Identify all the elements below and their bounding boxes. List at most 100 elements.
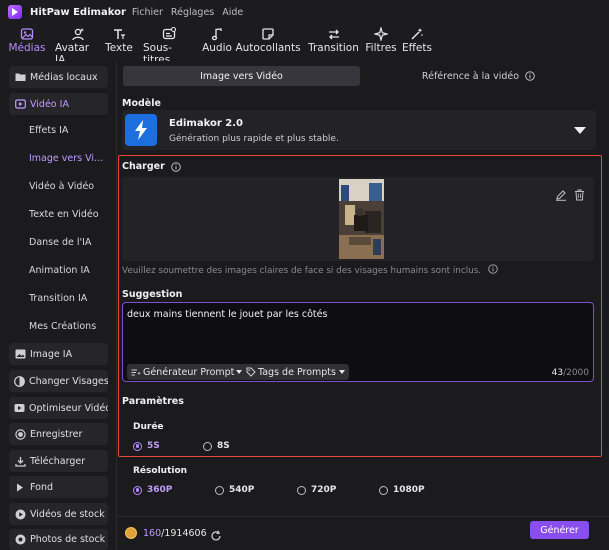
sidebar-item-label: Vidéo IA	[30, 98, 69, 110]
face-swap-icon	[14, 375, 25, 387]
tool-label: Transition	[308, 42, 359, 54]
tool-filtres[interactable]: Filtres	[365, 24, 397, 60]
image-icon	[14, 349, 26, 359]
tool-sous-titres[interactable]: Sous-titres	[143, 24, 195, 66]
credits-total: /1914606	[161, 528, 207, 539]
menu-file[interactable]: Fichier	[132, 7, 163, 18]
sidebar-item-photos-de-stock[interactable]: Photos de stock	[9, 529, 108, 550]
sidebar-item-videos-de-stock[interactable]: Vidéos de stock	[9, 503, 108, 525]
tool-audio[interactable]: Audio	[202, 24, 232, 60]
record-icon	[14, 428, 26, 440]
duration-5s-radio[interactable]: 5S	[133, 441, 160, 451]
sidebar-item-image-ia[interactable]: Image IA	[9, 343, 108, 365]
lightning-icon	[125, 114, 157, 146]
uploaded-image-thumbnail[interactable]	[339, 179, 384, 259]
params-section-title: Paramètres	[122, 396, 184, 407]
model-select[interactable]: Edimakor 2.0 Génération plus rapide et p…	[122, 110, 596, 150]
resolution-1080p-label: 1080P	[393, 485, 425, 495]
sidebar-item-video-ia[interactable]: Vidéo IA	[9, 93, 108, 115]
video-enhance-icon	[14, 403, 25, 413]
sidebar-item-medias-locaux[interactable]: Médias locaux	[9, 66, 108, 88]
app-logo-icon	[8, 5, 22, 19]
sidebar-subitem-video-a-video[interactable]: Vidéo à Vidéo	[29, 181, 109, 192]
prompt-generator-button[interactable]: Générateur Prompt	[127, 364, 247, 380]
resolution-540p-radio[interactable]: 540P	[215, 485, 254, 495]
sidebar: Médias locaux Vidéo IA Effets IA Image v…	[0, 61, 117, 550]
sidebar-item-fond[interactable]: Fond	[9, 476, 108, 498]
info-icon[interactable]	[525, 71, 535, 81]
refresh-icon[interactable]	[210, 527, 222, 546]
stock-video-icon	[14, 509, 26, 520]
main-toolbar: Médias Avatar IA Texte Sous-titres Audio…	[0, 24, 609, 66]
edit-pencil-icon[interactable]	[555, 186, 567, 205]
sidebar-subitem-animation-ia[interactable]: Animation IA	[29, 265, 109, 276]
app-window: HitPaw Edimakor Fichier Réglages Aide Mé…	[0, 0, 609, 550]
prompt-textarea[interactable]: deux mains tiennent le jouet par les côt…	[122, 302, 594, 382]
text-icon	[112, 27, 126, 41]
sidebar-item-label: Télécharger	[30, 455, 86, 467]
trash-icon[interactable]	[574, 186, 585, 205]
radio-dot	[215, 485, 224, 495]
sidebar-subitem-mes-creations[interactable]: Mes Créations	[29, 321, 109, 332]
sidebar-subitem-image-vers-video[interactable]: Image vers Vidéo	[29, 153, 109, 164]
prompt-text[interactable]: deux mains tiennent le jouet par les côt…	[127, 309, 327, 320]
info-icon[interactable]	[488, 264, 498, 274]
tool-label: Effets	[402, 42, 432, 54]
sidebar-subitem-texte-en-video[interactable]: Texte en Vidéo	[29, 209, 109, 220]
sidebar-item-changer-visages[interactable]: Changer Visages	[9, 370, 108, 392]
sidebar-item-telecharger[interactable]: Télécharger	[9, 450, 108, 472]
duration-8s-radio[interactable]: 8S	[203, 441, 230, 451]
tool-medias[interactable]: Médias	[6, 24, 48, 60]
upload-section-label: Charger	[122, 161, 165, 172]
sidebar-subitem-effets-ia[interactable]: Effets IA	[29, 125, 109, 136]
app-title: HitPaw Edimakor	[30, 6, 126, 18]
menu-help[interactable]: Aide	[222, 7, 243, 18]
sidebar-item-label: Médias locaux	[30, 71, 98, 83]
tool-avatar-ia[interactable]: Avatar IA	[55, 24, 100, 66]
tab-label: Image vers Vidéo	[200, 70, 283, 82]
tool-texte[interactable]: Texte	[104, 24, 134, 60]
tab-image-vers-video[interactable]: Image vers Vidéo	[123, 66, 360, 86]
tab-reference-video[interactable]: Référence à la vidéo	[360, 66, 597, 86]
generate-button[interactable]: Générer	[530, 521, 589, 539]
resolution-720p-radio[interactable]: 720P	[297, 485, 336, 495]
play-triangle-icon	[14, 483, 26, 492]
resolution-720p-label: 720P	[311, 485, 337, 495]
upload-hint: Veuillez soumettre des images claires de…	[122, 264, 498, 276]
sidebar-item-optimiseur-video[interactable]: Optimiseur Vidéo	[9, 397, 108, 419]
upload-hint-text: Veuillez soumettre des images claires de…	[122, 266, 482, 276]
sidebar-subitem-danse-ia[interactable]: Danse de l'IA	[29, 237, 109, 248]
tag-icon	[246, 367, 256, 377]
resolution-1080p-radio[interactable]: 1080P	[379, 485, 425, 495]
radio-dot	[297, 485, 306, 495]
upload-area[interactable]	[122, 177, 594, 261]
radio-dot	[133, 441, 142, 451]
chevron-down-icon[interactable]	[574, 127, 586, 134]
menu-settings[interactable]: Réglages	[171, 7, 214, 18]
tool-autocollants[interactable]: Autocollants	[235, 24, 301, 60]
sidebar-item-enregistrer[interactable]: Enregistrer	[9, 423, 108, 445]
radio-dot	[133, 485, 142, 495]
tool-label: Autocollants	[235, 42, 301, 54]
tool-label: Filtres	[365, 42, 397, 54]
resolution-360p-radio[interactable]: 360P	[133, 485, 172, 495]
character-count: 43	[551, 368, 564, 378]
music-note-icon	[210, 27, 224, 41]
tool-transition[interactable]: Transition	[308, 24, 359, 60]
radio-dot	[203, 441, 212, 451]
credits-coin-icon	[125, 527, 137, 539]
prompt-tags-label: Tags de Prompts	[258, 366, 336, 378]
sidebar-subitem-transition-ia[interactable]: Transition IA	[29, 293, 109, 304]
prompt-tags-button[interactable]: Tags de Prompts	[242, 364, 349, 380]
resolution-360p-label: 360P	[147, 485, 173, 495]
sidebar-item-label: Fond	[30, 481, 53, 493]
info-icon[interactable]	[170, 161, 181, 172]
filter-sparkle-icon	[374, 27, 388, 41]
radio-dot	[379, 485, 388, 495]
tool-effets[interactable]: Effets	[402, 24, 432, 60]
effects-wand-icon	[410, 27, 424, 41]
resolution-label: Résolution	[133, 466, 188, 476]
sidebar-item-label: Enregistrer	[30, 428, 83, 440]
duration-5s-label: 5S	[147, 441, 160, 451]
upload-section-title: Charger	[122, 161, 181, 172]
